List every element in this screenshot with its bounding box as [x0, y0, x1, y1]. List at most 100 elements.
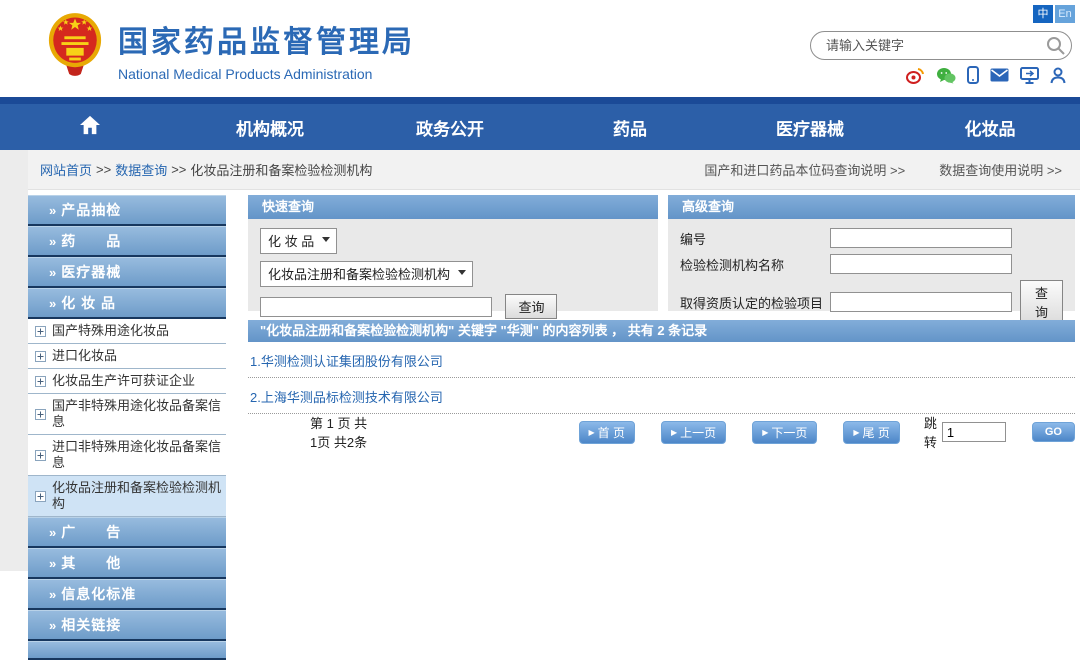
home-icon	[79, 115, 101, 140]
advanced-search-panel: 高级查询 编号 检验检测机构名称 取得资质认定的检验项目 查询	[668, 195, 1075, 324]
sidebar-item-label: 化妆品生产许可获证企业	[52, 373, 196, 388]
field-label-number: 编号	[680, 231, 707, 247]
chevron-icon: »	[49, 618, 58, 633]
chevron-icon: »	[49, 265, 58, 280]
monitor-icon[interactable]	[1020, 66, 1039, 84]
sidebar-item-medical-devices[interactable]: » 医疗器械	[28, 257, 226, 288]
sidebar-item-domestic-nonspecial-filing[interactable]: 国产非特殊用途化妆品备案信息	[28, 394, 226, 435]
sidebar-item-label: 广 告	[61, 524, 122, 540]
sidebar-item-related-links[interactable]: » 相关链接	[28, 610, 226, 641]
chevron-icon: »	[49, 587, 58, 602]
weibo-icon[interactable]	[906, 67, 925, 84]
query-type-select[interactable]: 化妆品注册和备案检验检测机构	[260, 261, 474, 287]
quick-search-title: 快速查询	[248, 195, 658, 219]
query-help-link[interactable]: 数据查询使用说明 >>	[939, 160, 1062, 179]
field-label-institution-name: 检验检测机构名称	[680, 257, 785, 273]
sidebar-item-advertising[interactable]: » 广 告	[28, 517, 226, 548]
wechat-icon[interactable]	[936, 67, 956, 84]
nav-item-medical-devices[interactable]: 医疗器械	[720, 104, 900, 150]
site-subtitle: National Medical Products Administration	[118, 66, 373, 82]
field-label-qualified-items: 取得资质认定的检验项目	[680, 295, 824, 311]
breadcrumb-separator: >>	[171, 162, 187, 177]
breadcrumb-separator: >>	[96, 162, 112, 177]
breadcrumb-home-link[interactable]: 网站首页	[40, 160, 92, 179]
first-page-button[interactable]: ▶ 首 页	[578, 420, 636, 444]
mail-icon[interactable]	[990, 68, 1009, 82]
language-switch: 中 En	[1033, 5, 1075, 23]
arrow-icon: ▶	[588, 427, 595, 437]
sidebar-item-domestic-special-cosmetics[interactable]: 国产特殊用途化妆品	[28, 319, 226, 344]
sidebar-item-drugs[interactable]: » 药 品	[28, 226, 226, 257]
sidebar-item-label: 化妆品注册和备案检验检测机构	[52, 480, 222, 511]
jump-page-input[interactable]	[941, 422, 1006, 442]
mobile-icon[interactable]	[967, 66, 979, 84]
result-link[interactable]: 2.上海华测品标检测技术有限公司	[248, 378, 1075, 414]
quick-search-keyword-input[interactable]	[260, 296, 492, 317]
lang-en-button[interactable]: En	[1055, 5, 1075, 23]
category-select[interactable]: 化 妆 品	[260, 228, 338, 254]
jump-label: 跳转	[923, 416, 937, 450]
advanced-search-button[interactable]: 查询	[1020, 280, 1063, 324]
sidebar-item-label: 产品抽检	[61, 202, 122, 218]
nav-home[interactable]	[0, 104, 180, 150]
breadcrumb-current: 化妆品注册和备案检验检测机构	[190, 163, 373, 178]
next-page-button[interactable]: ▶ 下一页	[752, 420, 818, 444]
sidebar-item-label: 进口化妆品	[52, 348, 118, 363]
sidebar-item-label: 国产特殊用途化妆品	[52, 323, 170, 338]
user-icon[interactable]	[1050, 67, 1066, 84]
quick-search-button[interactable]: 查询	[505, 294, 558, 319]
barcode-help-link[interactable]: 国产和进口药品本位码查询说明 >>	[704, 160, 905, 179]
content-area: » 产品抽检 » 药 品 » 医疗器械 » 化 妆 品 国产特殊用途化妆品 进口化妆品 …	[0, 190, 1080, 660]
sidebar-item-label: 药 品	[61, 233, 122, 249]
site-search-input[interactable]	[811, 38, 1045, 53]
search-icon[interactable]	[1045, 36, 1071, 56]
sidebar-item-inspection-institutions[interactable]: 化妆品注册和备案检验检测机构	[28, 476, 226, 517]
main-panel: 快速查询 化 妆 品 化妆品注册和备案检验检测机构 查询 高级查询 编号 检验检…	[248, 195, 1075, 571]
sidebar-item-label: 其 他	[61, 555, 122, 571]
main-nav: 机构概况 政务公开 药品 医疗器械 化妆品	[0, 97, 1080, 150]
sidebar: » 产品抽检 » 药 品 » 医疗器械 » 化 妆 品 国产特殊用途化妆品 进口化妆品 …	[28, 195, 226, 660]
expand-icon	[35, 350, 46, 362]
expand-icon	[35, 490, 46, 502]
qualified-items-input[interactable]	[830, 292, 1012, 312]
nav-item-cosmetics[interactable]: 化妆品	[900, 104, 1080, 150]
nav-item-gov-affairs[interactable]: 政务公开	[360, 104, 540, 150]
chevron-icon: »	[49, 234, 58, 249]
sidebar-item-label: 相关链接	[61, 617, 122, 633]
sidebar-item-label: 信息化标准	[61, 586, 137, 602]
nav-item-drugs[interactable]: 药品	[540, 104, 720, 150]
expand-icon	[35, 375, 46, 387]
sidebar-item-label: 医疗器械	[61, 264, 122, 280]
expand-icon	[35, 449, 46, 461]
page-header: 国家药品监督管理局 National Medical Products Admi…	[0, 0, 1080, 97]
lang-zh-button[interactable]: 中	[1033, 5, 1053, 23]
sidebar-item-other[interactable]: » 其 他	[28, 548, 226, 579]
sidebar-item-it-standards[interactable]: » 信息化标准	[28, 579, 226, 610]
number-input[interactable]	[830, 228, 1012, 248]
sidebar-empty-bar	[28, 641, 226, 660]
go-button[interactable]: GO	[1031, 422, 1075, 442]
breadcrumb-right-links: 国产和进口药品本位码查询说明 >> 数据查询使用说明 >>	[704, 160, 1062, 179]
social-icon-row	[906, 66, 1066, 84]
chevron-icon: »	[49, 203, 58, 218]
sidebar-item-imported-nonspecial-filing[interactable]: 进口非特殊用途化妆品备案信息	[28, 435, 226, 476]
sidebar-item-label: 进口非特殊用途化妆品备案信息	[52, 439, 222, 470]
sidebar-item-cosmetics[interactable]: » 化 妆 品	[28, 288, 226, 319]
prev-page-button[interactable]: ▶ 上一页	[661, 420, 727, 444]
breadcrumb-section-link[interactable]: 数据查询	[115, 160, 167, 179]
sidebar-item-imported-cosmetics[interactable]: 进口化妆品	[28, 344, 226, 369]
breadcrumb-bar: 网站首页 >> 数据查询 >> 化妆品注册和备案检验检测机构 国产和进口药品本位…	[0, 150, 1080, 190]
national-emblem-logo	[46, 12, 104, 78]
pagination-bar: 第 1 页 共1页 共2条 ▶首 页 ▶上一页 ▶下一页 ▶尾 页 跳转 GO	[248, 413, 1075, 451]
expand-icon	[35, 408, 46, 420]
last-page-button[interactable]: ▶ 尾 页	[843, 420, 900, 444]
result-link[interactable]: 1.华测检测认证集团股份有限公司	[248, 342, 1075, 378]
sidebar-item-licensed-manufacturers[interactable]: 化妆品生产许可获证企业	[28, 369, 226, 394]
chevron-icon: »	[49, 525, 58, 540]
institution-name-input[interactable]	[830, 254, 1012, 274]
quick-search-panel: 快速查询 化 妆 品 化妆品注册和备案检验检测机构 查询	[248, 195, 658, 319]
sidebar-item-product-sampling[interactable]: » 产品抽检	[28, 195, 226, 226]
pagination-info: 第 1 页 共1页 共2条	[310, 416, 368, 450]
nav-item-about[interactable]: 机构概况	[180, 104, 360, 150]
site-search	[810, 31, 1072, 60]
